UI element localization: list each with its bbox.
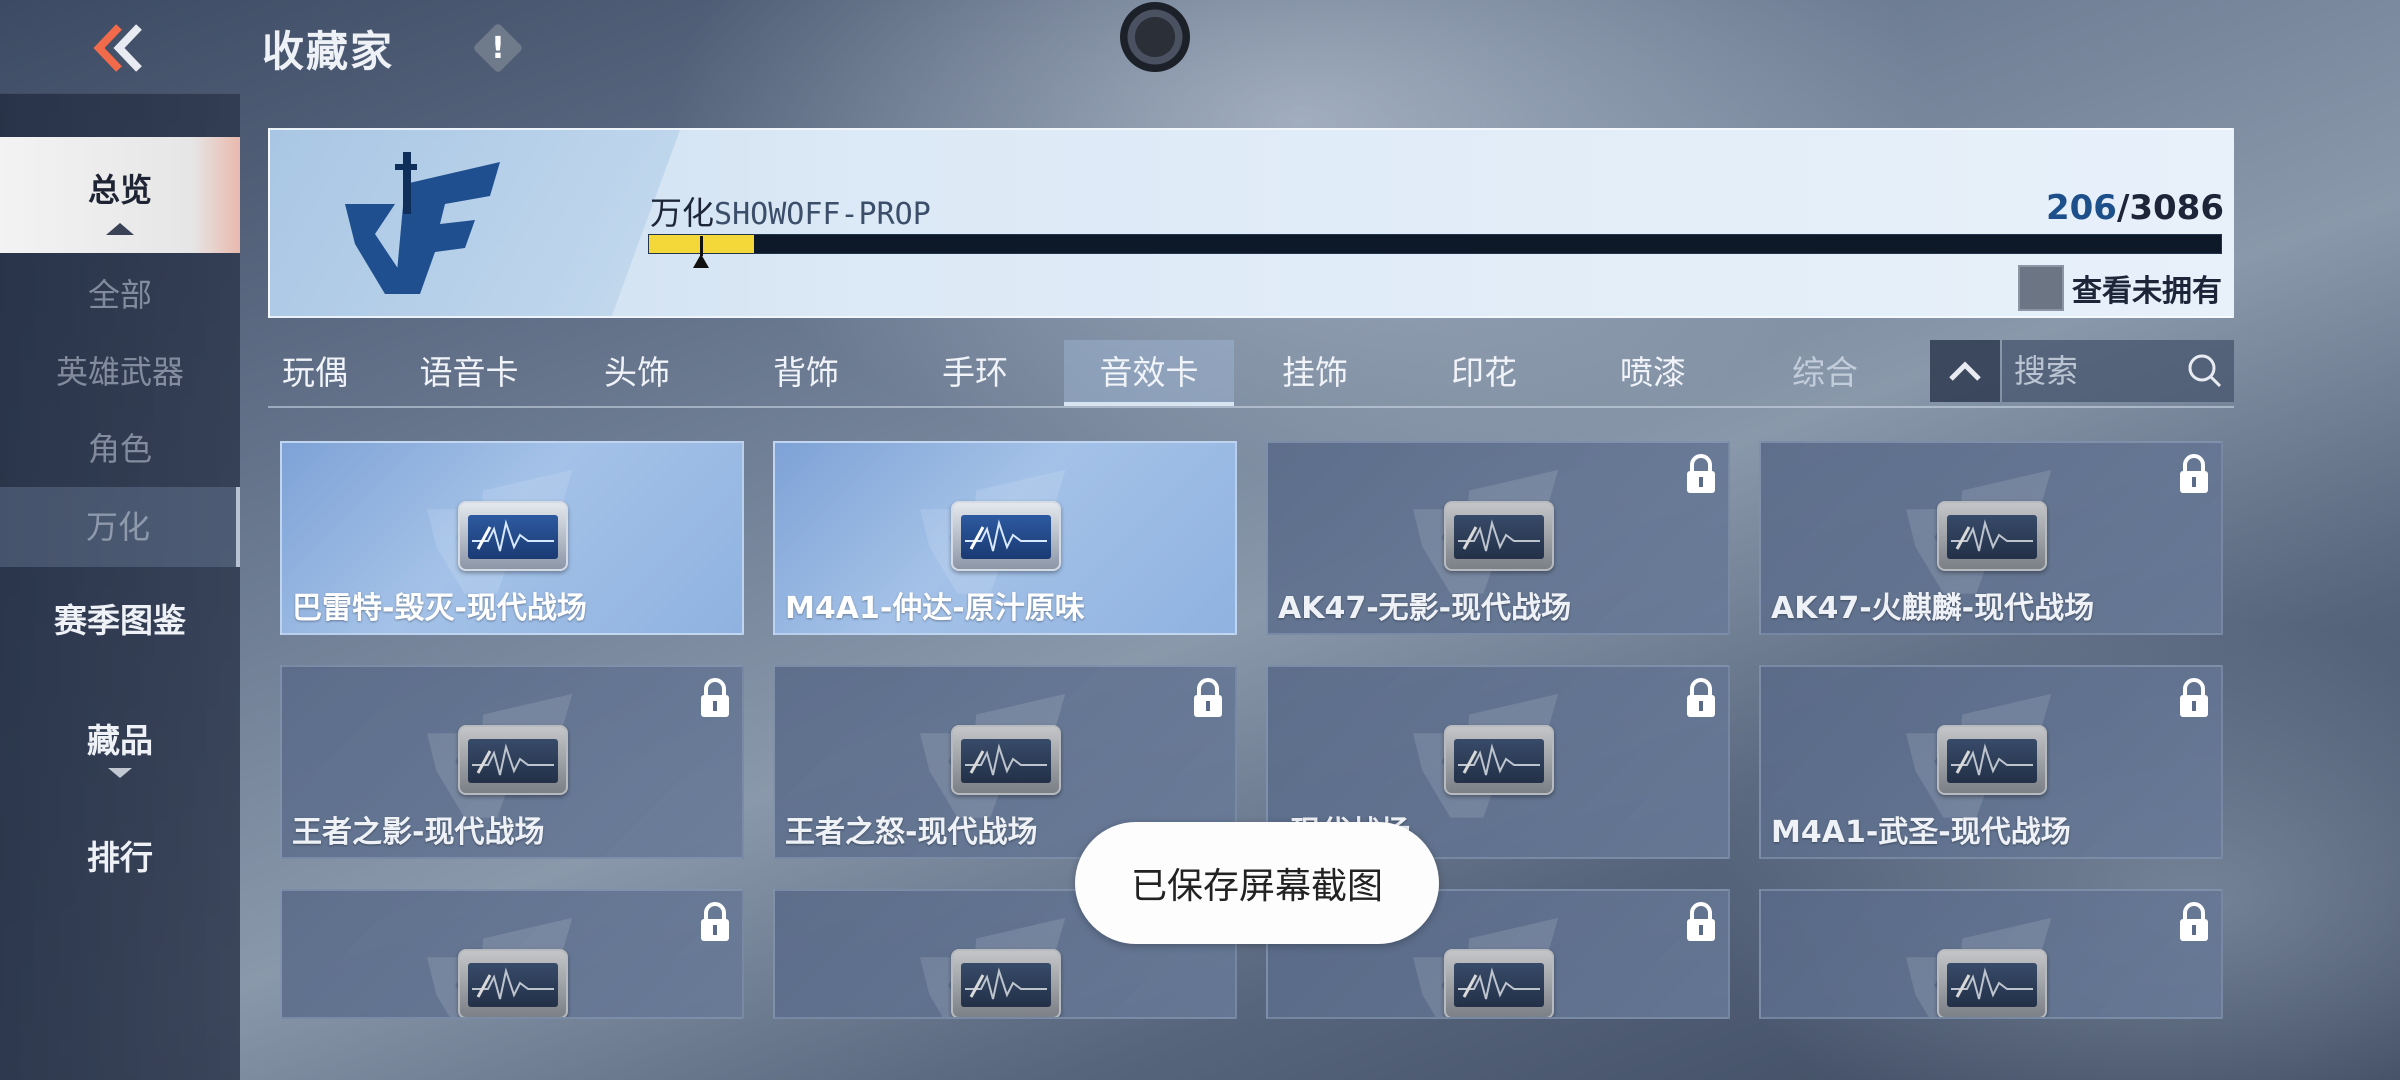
banner-category-name: 万化SHOWOFF-PROP <box>650 188 931 234</box>
sound-card-icon <box>458 949 568 1017</box>
search-icon[interactable] <box>2186 352 2224 390</box>
category-tabs: 玩偶 语音卡 头饰 背饰 手环 音效卡 挂饰 印花 喷漆 综合 <box>268 340 2234 408</box>
lock-icon <box>701 678 729 717</box>
item-card[interactable]: M4A1-仲达-原汁原味 <box>773 441 1237 635</box>
sidebar-item-hero-weapons[interactable]: 英雄武器 <box>0 347 240 393</box>
back-button[interactable] <box>60 12 170 84</box>
caret-down-icon <box>108 768 132 778</box>
sidebar-item-all[interactable]: 全部 <box>0 270 240 316</box>
item-card-label: 王者之影-现代战场 <box>292 815 545 850</box>
exclamation-icon: ! <box>491 30 505 66</box>
collection-banner: CF 万化SHOWOFF-PROP 206/3086 查看未拥有 <box>268 128 2234 318</box>
sound-card-icon <box>1937 501 2047 571</box>
sidebar-item-ranking[interactable]: 排行 <box>0 831 240 879</box>
item-card-label: 王者之怒-现代战场 <box>785 815 1038 850</box>
banner-name-text: 万化 <box>650 194 715 232</box>
sound-card-icon <box>1937 725 2047 795</box>
item-card[interactable] <box>1759 889 2223 1019</box>
double-chevron-left-icon <box>93 24 142 72</box>
sidebar-item-season-codex[interactable]: 赛季图鉴 <box>0 594 240 642</box>
sound-card-icon <box>1444 501 1554 571</box>
sound-card-icon <box>458 725 568 795</box>
progress-marker-icon <box>692 254 709 268</box>
tab-dolls[interactable]: 玩偶 <box>230 340 400 406</box>
sidebar: 总览 全部 英雄武器 角色 万化 赛季图鉴 藏品 排行 <box>0 93 240 1080</box>
lock-icon <box>1687 454 1715 493</box>
tab-backwear[interactable]: 背饰 <box>721 340 891 406</box>
sidebar-item-characters[interactable]: 角色 <box>0 424 240 470</box>
sidebar-item-label: 总览 <box>87 171 152 209</box>
sidebar-item-overview[interactable]: 总览 <box>0 137 240 253</box>
collapse-button[interactable] <box>1930 340 2000 402</box>
tab-spray[interactable]: 喷漆 <box>1568 340 1738 406</box>
lock-icon <box>2180 454 2208 493</box>
item-card[interactable] <box>280 889 744 1019</box>
page-title: 收藏家 <box>262 27 395 76</box>
sidebar-item-collectibles[interactable]: 藏品 <box>0 714 240 778</box>
view-unowned-toggle[interactable]: 查看未拥有 <box>2018 265 2222 311</box>
search-box <box>2002 340 2234 402</box>
search-input[interactable] <box>2014 346 2174 396</box>
sound-card-icon <box>951 501 1061 571</box>
item-card-label: M4A1-仲达-原汁原味 <box>785 591 1085 626</box>
lock-icon <box>1687 902 1715 941</box>
view-unowned-label: 查看未拥有 <box>2072 274 2222 309</box>
item-card[interactable]: AK47-无影-现代战场 <box>1266 441 1730 635</box>
sidebar-item-label: 藏品 <box>87 721 153 760</box>
item-card[interactable]: 巴雷特-毁灭-现代战场 <box>280 441 744 635</box>
lock-icon <box>2180 678 2208 717</box>
sound-card-icon <box>951 725 1061 795</box>
sound-card-icon <box>1937 949 2047 1017</box>
checkbox[interactable] <box>2018 265 2064 311</box>
tab-sound-card[interactable]: 音效卡 <box>1064 340 1234 406</box>
item-card[interactable]: 王者之影-现代战场 <box>280 665 744 859</box>
collection-count: 206/3086 <box>2046 188 2224 228</box>
tab-bracelet[interactable]: 手环 <box>890 340 1060 406</box>
caret-up-icon <box>106 223 134 235</box>
screenshot-toast: 已保存屏幕截图 <box>1075 822 1439 944</box>
sound-card-icon <box>458 501 568 571</box>
total-count: /3086 <box>2116 188 2224 228</box>
lock-icon <box>1687 678 1715 717</box>
tab-pendant[interactable]: 挂饰 <box>1230 340 1400 406</box>
tab-voice-card[interactable]: 语音卡 <box>384 340 554 406</box>
lock-icon <box>701 902 729 941</box>
tab-misc[interactable]: 综合 <box>1740 340 1910 406</box>
item-card-label: M4A1-武圣-现代战场 <box>1771 815 2071 850</box>
progress-marker-stem <box>699 236 703 256</box>
info-button[interactable]: ! <box>472 22 524 74</box>
item-card-label: AK47-火麒麟-现代战场 <box>1771 591 2095 626</box>
sidebar-item-wanhua[interactable]: 万化 <box>0 487 240 567</box>
item-card[interactable]: M4A1-武圣-现代战场 <box>1759 665 2223 859</box>
tab-headwear[interactable]: 头饰 <box>552 340 722 406</box>
lock-icon <box>2180 902 2208 941</box>
collection-progress-bar <box>648 234 2222 254</box>
item-card-label: AK47-无影-现代战场 <box>1278 591 1572 626</box>
camera-cutout <box>1120 2 1190 72</box>
banner-subname-text: SHOWOFF-PROP <box>714 197 931 232</box>
sound-card-icon <box>951 949 1061 1017</box>
lock-icon <box>1194 678 1222 717</box>
svg-text:CF: CF <box>325 144 327 145</box>
chevron-up-icon <box>1949 361 1981 381</box>
item-card[interactable]: AK47-火麒麟-现代战场 <box>1759 441 2223 635</box>
sound-card-icon <box>1444 725 1554 795</box>
cf-logo-icon: CF <box>325 144 500 294</box>
owned-count: 206 <box>2045 188 2117 228</box>
sound-card-icon <box>1444 949 1554 1017</box>
tab-decal[interactable]: 印花 <box>1399 340 1569 406</box>
item-card-label: 巴雷特-毁灭-现代战场 <box>292 591 587 626</box>
